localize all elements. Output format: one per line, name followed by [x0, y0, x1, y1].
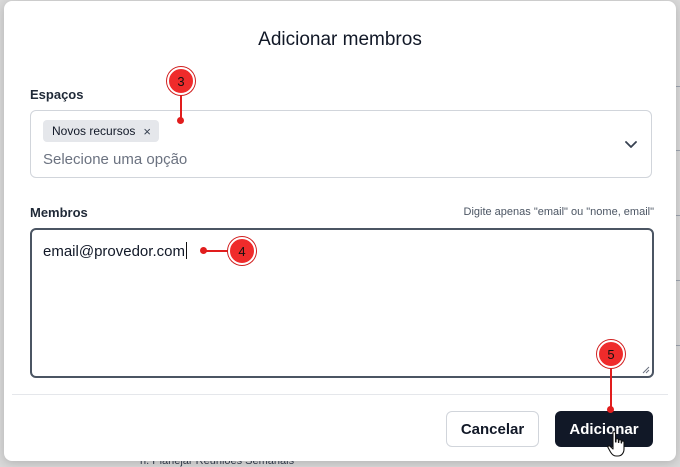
- annotation-badge-5: 5: [597, 340, 625, 368]
- add-button[interactable]: Adicionar: [555, 411, 653, 447]
- members-input-value: email@provedor.com: [43, 242, 187, 260]
- annotation-badge-4: 4: [228, 237, 256, 265]
- add-members-dialog: Adicionar membros Espaços Novos recursos…: [4, 1, 676, 461]
- resize-grip-icon[interactable]: [642, 366, 650, 374]
- chip-label: Novos recursos: [52, 124, 136, 138]
- spaces-placeholder: Selecione uma opção: [43, 151, 188, 168]
- members-hint: Digite apenas "email" ou "nome, email": [463, 206, 655, 218]
- members-value-text: email@provedor.com: [43, 243, 185, 260]
- selected-space-chip: Novos recursos ×: [43, 120, 159, 142]
- annotation-3-dot: [177, 117, 184, 124]
- text-caret: [185, 242, 187, 259]
- annotation-5-connector: [610, 365, 612, 409]
- members-textarea[interactable]: email@provedor.com: [30, 228, 654, 378]
- cancel-button[interactable]: Cancelar: [446, 411, 539, 447]
- annotation-4-dot: [200, 247, 207, 254]
- spaces-label: Espaços: [30, 87, 84, 102]
- footer-divider: [12, 394, 668, 395]
- hand-pointer-icon: [607, 431, 625, 457]
- annotation-badge-3: 3: [167, 67, 195, 95]
- annotation-5-dot: [607, 406, 614, 413]
- members-label: Membros: [30, 205, 88, 220]
- chip-remove-icon[interactable]: ×: [143, 124, 151, 139]
- annotation-3-connector: [180, 92, 182, 120]
- dialog-title: Adicionar membros: [258, 29, 422, 50]
- spaces-select[interactable]: Novos recursos × Selecione uma opção: [30, 110, 652, 178]
- chevron-down-icon[interactable]: [623, 136, 639, 152]
